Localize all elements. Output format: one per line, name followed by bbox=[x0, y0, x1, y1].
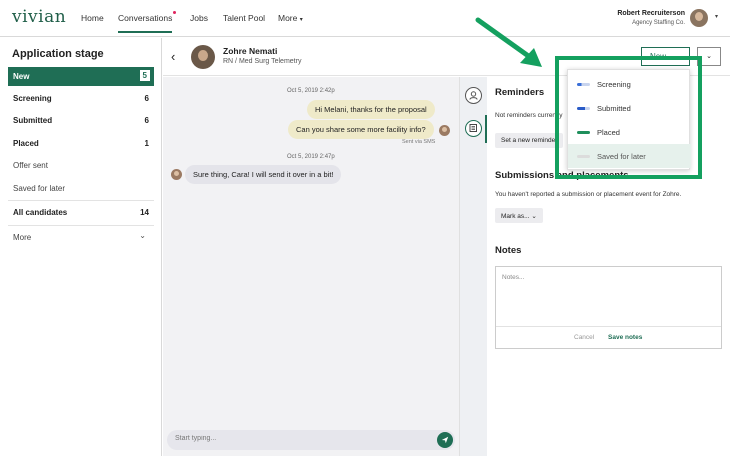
nav-jobs[interactable]: Jobs bbox=[190, 13, 208, 23]
user-name: Robert Recruiterson bbox=[617, 10, 685, 17]
nav-conversations[interactable]: Conversations bbox=[118, 11, 177, 33]
nav-more-label: More bbox=[278, 13, 298, 23]
user-company: Agency Staffing Co. bbox=[632, 20, 685, 26]
user-menu-chevron-icon[interactable]: ▾ bbox=[715, 13, 718, 20]
send-icon bbox=[441, 436, 449, 444]
stage-all-candidates[interactable]: All candidates 14 bbox=[8, 203, 154, 222]
chevron-down-icon: ⌄ bbox=[139, 231, 146, 240]
save-notes-button[interactable]: Save notes bbox=[608, 334, 642, 341]
candidate-avatar bbox=[191, 45, 215, 69]
stage-count: 5 bbox=[139, 70, 150, 81]
nav-conversations-label: Conversations bbox=[118, 13, 173, 23]
stage-label: Screening bbox=[13, 94, 52, 103]
message-outgoing: Hi Melani, thanks for the proposal bbox=[307, 100, 435, 119]
nav-more[interactable]: More ▾ bbox=[278, 13, 303, 23]
notes-field[interactable] bbox=[502, 274, 712, 281]
notification-dot bbox=[173, 11, 177, 14]
stage-label: Submitted bbox=[13, 116, 53, 125]
application-stage-sidebar: Application stage New 5 Screening 6 Subm… bbox=[0, 38, 162, 456]
notes-box: Cancel Save notes bbox=[495, 266, 722, 349]
chat-area: Oct 5, 2019 2:42p Hi Melani, thanks for … bbox=[163, 77, 459, 456]
stage-label: Placed bbox=[13, 139, 39, 148]
candidate-mini-avatar bbox=[171, 169, 182, 180]
reminders-text: Not reminders currently bbox=[495, 112, 563, 119]
chevron-down-icon: ⌄ bbox=[531, 213, 537, 220]
stage-placed[interactable]: Placed 1 bbox=[8, 134, 154, 153]
stage-count: 6 bbox=[144, 94, 149, 103]
user-avatar[interactable] bbox=[690, 9, 708, 27]
stage-label: Saved for later bbox=[13, 184, 66, 193]
sidebar-more-label: More bbox=[13, 233, 32, 242]
sender-avatar bbox=[439, 125, 450, 136]
cancel-button[interactable]: Cancel bbox=[574, 334, 594, 341]
compose-bar bbox=[167, 430, 455, 450]
stage-screening[interactable]: Screening 6 bbox=[8, 89, 154, 108]
stage-submitted[interactable]: Submitted 6 bbox=[8, 111, 154, 130]
message-timestamp: Oct 5, 2019 2:47p bbox=[287, 154, 335, 160]
set-reminder-button[interactable]: Set a new reminder bbox=[495, 133, 564, 148]
stage-saved-for-later[interactable]: Saved for later bbox=[8, 179, 154, 198]
stage-label: New bbox=[13, 72, 30, 81]
message-timestamp: Oct 5, 2019 2:42p bbox=[287, 88, 335, 94]
message-outgoing: Can you share some more facility info? bbox=[288, 120, 434, 139]
top-nav: vivian Home Conversations Jobs Talent Po… bbox=[0, 0, 730, 37]
sent-via-label: Sent via SMS bbox=[402, 139, 436, 145]
nav-home[interactable]: Home bbox=[81, 13, 104, 23]
vivian-logo[interactable]: vivian bbox=[12, 7, 66, 27]
sidebar-more[interactable]: More ⌄ bbox=[8, 228, 154, 247]
stage-count: 6 bbox=[144, 116, 149, 125]
send-button[interactable] bbox=[437, 432, 453, 448]
stage-count: 14 bbox=[140, 208, 149, 217]
divider bbox=[496, 326, 721, 327]
panel-icon-rail bbox=[459, 77, 487, 456]
candidate-subtitle: RN / Med Surg Telemetry bbox=[223, 58, 302, 65]
divider bbox=[8, 200, 154, 201]
candidate-name: Zohre Nemati bbox=[223, 46, 278, 56]
submissions-text: You haven't reported a submission or pla… bbox=[495, 191, 682, 198]
stage-label: Offer sent bbox=[13, 161, 48, 170]
activity-list-icon[interactable] bbox=[465, 120, 482, 137]
profile-icon[interactable] bbox=[465, 87, 482, 104]
mark-as-button[interactable]: Mark as... ⌄ bbox=[495, 208, 543, 223]
back-arrow-icon[interactable]: ‹ bbox=[171, 49, 175, 64]
mark-as-label: Mark as... bbox=[501, 213, 530, 220]
annotation-arrow-icon bbox=[475, 17, 542, 67]
nav-talent-pool[interactable]: Talent Pool bbox=[223, 13, 265, 23]
reminders-title: Reminders bbox=[495, 87, 545, 98]
stage-count: 1 bbox=[144, 139, 149, 148]
sidebar-title: Application stage bbox=[12, 48, 104, 60]
chevron-down-icon: ▾ bbox=[299, 17, 303, 23]
chevron-down-icon: ⌄ bbox=[706, 53, 712, 60]
stage-new[interactable]: New 5 bbox=[8, 67, 154, 86]
stage-offer-sent[interactable]: Offer sent bbox=[8, 156, 154, 175]
highlight-annotation-box bbox=[555, 56, 702, 179]
divider bbox=[8, 225, 154, 226]
notes-title: Notes bbox=[495, 245, 522, 256]
stage-label: All candidates bbox=[13, 208, 68, 217]
message-incoming: Sure thing, Cara! I will send it over in… bbox=[185, 165, 342, 184]
message-input[interactable] bbox=[175, 435, 425, 442]
